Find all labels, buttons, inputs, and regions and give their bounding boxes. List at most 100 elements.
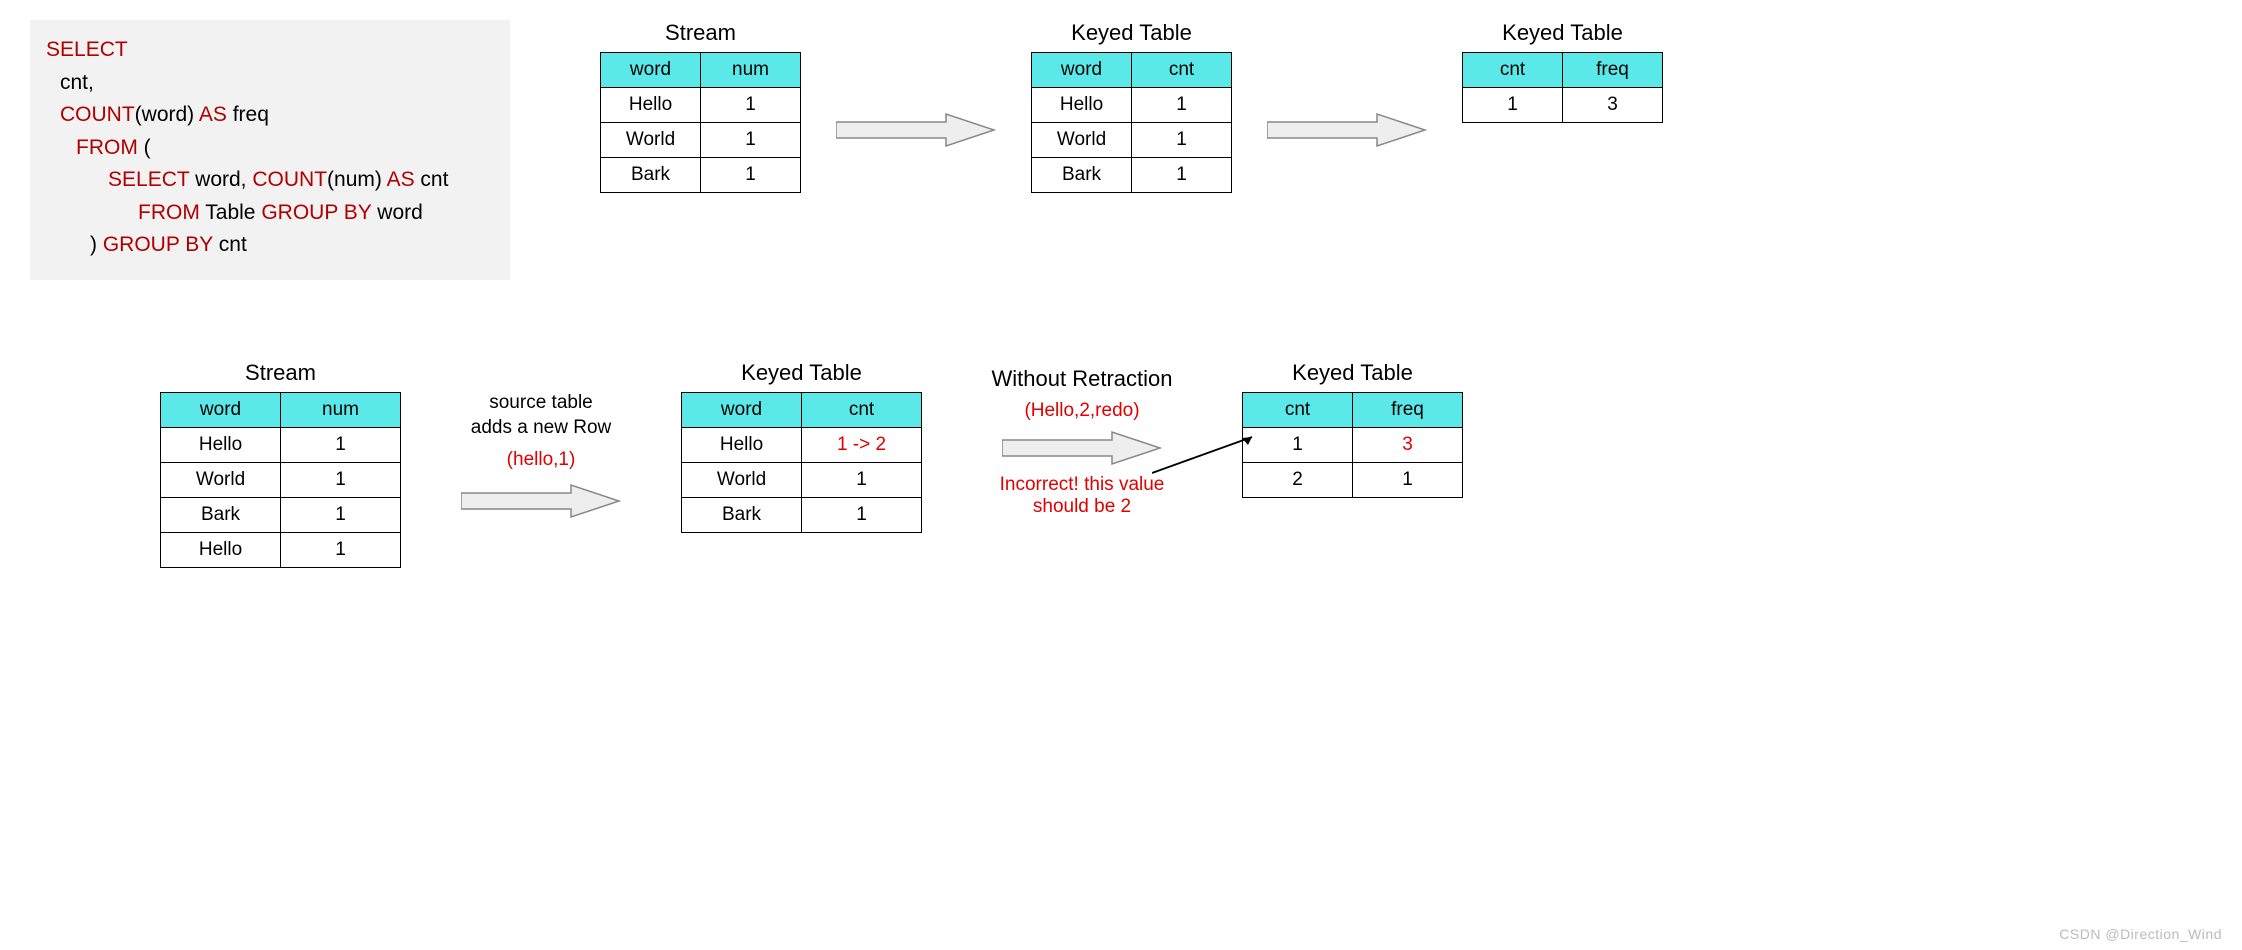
table-row: World1 xyxy=(601,123,801,158)
td: 1 xyxy=(1132,88,1232,123)
td: 1 xyxy=(802,497,922,532)
table: wordcnt Hello1 World1 Bark1 xyxy=(1031,52,1232,193)
sql-text: word, xyxy=(189,168,252,191)
th: num xyxy=(701,53,801,88)
table-row: 21 xyxy=(1243,462,1463,497)
bottom-keyed-table-2: Keyed Table cntfreq 13 21 xyxy=(1242,360,1463,498)
td: Bark xyxy=(161,497,281,532)
th: word xyxy=(161,392,281,427)
td: World xyxy=(601,123,701,158)
table-row: Hello1 -> 2 xyxy=(682,427,922,462)
top-keyed-table-2: Keyed Table cntfreq 13 xyxy=(1462,20,1663,123)
td: 3 xyxy=(1563,88,1663,123)
td: World xyxy=(1032,123,1132,158)
watermark: CSDN @Direction_Wind xyxy=(2059,926,2222,942)
sql-kw: AS xyxy=(199,103,227,126)
arrow-title: Without Retraction xyxy=(992,364,1173,394)
td: World xyxy=(161,462,281,497)
arrow-right-icon xyxy=(1267,110,1427,150)
table-title: Keyed Table xyxy=(1071,20,1192,46)
table: wordcnt Hello1 -> 2 World1 Bark1 xyxy=(681,392,922,533)
table-row: Hello1 xyxy=(1032,88,1232,123)
table-title: Keyed Table xyxy=(1292,360,1413,386)
table-title: Keyed Table xyxy=(1502,20,1623,46)
td: Bark xyxy=(1032,158,1132,193)
table-row: Hello1 xyxy=(601,88,801,123)
table-row: 13 xyxy=(1243,427,1463,462)
table-title: Keyed Table xyxy=(741,360,862,386)
td: 1 xyxy=(281,532,401,567)
sql-text: (word) xyxy=(135,103,195,126)
sql-text: Table xyxy=(200,201,262,224)
th: freq xyxy=(1353,392,1463,427)
sql-text: word xyxy=(371,201,422,224)
sql-text: cnt, xyxy=(60,71,94,94)
sql-kw: SELECT xyxy=(46,38,128,61)
table-title: Stream xyxy=(245,360,316,386)
td-incorrect: 3 xyxy=(1353,427,1463,462)
sql-text: cnt xyxy=(415,168,449,191)
arrow xyxy=(1262,20,1432,150)
td: Hello xyxy=(161,532,281,567)
sql-text: ) xyxy=(90,233,103,256)
sql-kw: FROM xyxy=(76,136,138,159)
td: Hello xyxy=(601,88,701,123)
sql-text: cnt xyxy=(213,233,247,256)
th: cnt xyxy=(1463,53,1563,88)
top-keyed-table-1: Keyed Table wordcnt Hello1 World1 Bark1 xyxy=(1031,20,1232,193)
table: wordnum Hello1 World1 Bark1 Hello1 xyxy=(160,392,401,568)
table-row: Hello1 xyxy=(161,427,401,462)
td: Hello xyxy=(1032,88,1132,123)
table-title: Stream xyxy=(665,20,736,46)
arrow-right-icon xyxy=(461,481,621,521)
th: word xyxy=(601,53,701,88)
pointer-arrow-icon xyxy=(1152,435,1262,475)
td: Hello xyxy=(161,427,281,462)
td: 1 xyxy=(281,427,401,462)
sql-kw: AS xyxy=(387,168,415,191)
td: Hello xyxy=(682,427,802,462)
arrow-note-red: (Hello,2,redo) xyxy=(1024,400,1139,422)
sql-kw: COUNT xyxy=(252,168,327,191)
sql-kw: COUNT xyxy=(60,103,135,126)
td: 1 xyxy=(1353,462,1463,497)
sql-kw: FROM xyxy=(138,201,200,224)
top-row: SELECT cnt, COUNT(word) AS freq FROM ( S… xyxy=(30,20,2212,280)
td: Bark xyxy=(601,158,701,193)
arrow-right-icon xyxy=(836,110,996,150)
td: 1 xyxy=(701,88,801,123)
arrow-right-icon xyxy=(1002,428,1162,468)
table-row-new: Hello1 xyxy=(161,532,401,567)
arrow-note: adds a new Row xyxy=(471,415,611,441)
table: wordnum Hello1 World1 Bark1 xyxy=(600,52,801,193)
table-row: Bark1 xyxy=(161,497,401,532)
table-row: Bark1 xyxy=(601,158,801,193)
table-row: Bark1 xyxy=(682,497,922,532)
arrow-note-red: (hello,1) xyxy=(507,449,576,471)
th: cnt xyxy=(1243,392,1353,427)
bottom-keyed-table-1: Keyed Table wordcnt Hello1 -> 2 World1 B… xyxy=(681,360,922,533)
sql-kw: GROUP BY xyxy=(261,201,371,224)
arrow-note-red: should be 2 xyxy=(1033,496,1131,518)
th: word xyxy=(1032,53,1132,88)
td: 1 xyxy=(701,123,801,158)
table-row: 13 xyxy=(1463,88,1663,123)
table-row: World1 xyxy=(1032,123,1232,158)
td-changed: 1 -> 2 xyxy=(802,427,922,462)
th: word xyxy=(682,392,802,427)
arrow xyxy=(831,20,1001,150)
table: cntfreq 13 21 xyxy=(1242,392,1463,498)
th: freq xyxy=(1563,53,1663,88)
table-row: World1 xyxy=(161,462,401,497)
sql-kw: SELECT xyxy=(108,168,189,191)
td: Bark xyxy=(682,497,802,532)
td: 1 xyxy=(1132,123,1232,158)
table-row: World1 xyxy=(682,462,922,497)
td: 1 xyxy=(701,158,801,193)
td: 1 xyxy=(281,462,401,497)
th: cnt xyxy=(802,392,922,427)
table-row: Bark1 xyxy=(1032,158,1232,193)
top-stream-table: Stream wordnum Hello1 World1 Bark1 xyxy=(600,20,801,193)
arrow-note-red: Incorrect! this value xyxy=(1000,474,1165,496)
sql-text: ( xyxy=(138,136,151,159)
